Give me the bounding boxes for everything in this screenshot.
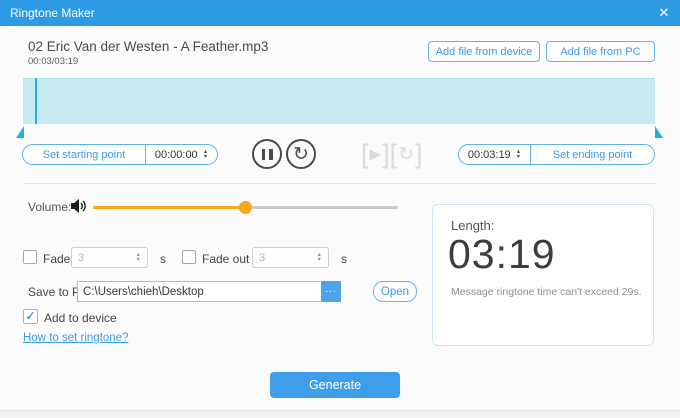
length-panel: Length: 03:19 Message ringtone time can'… [432, 204, 654, 346]
playhead-marker[interactable] [35, 78, 37, 124]
volume-slider-fill [93, 206, 246, 209]
save-path-input[interactable] [77, 281, 341, 302]
play-selection-icon: ▶ [370, 145, 382, 163]
pause-icon [262, 149, 266, 160]
length-note: Message ringtone time can't exceed 29s. [451, 286, 642, 298]
end-time-value: 00:03:19 [468, 149, 511, 161]
browse-folder-button[interactable]: ... [321, 281, 341, 302]
section-divider [23, 183, 657, 184]
add-file-from-device-button[interactable]: Add file from device [428, 41, 540, 62]
pause-icon [269, 149, 273, 160]
set-ending-point-button[interactable]: Set ending point [531, 145, 654, 164]
fade-out-unit: s [341, 252, 347, 266]
window-footer [0, 410, 680, 418]
start-time-value: 00:00:00 [155, 149, 198, 161]
spinner-arrows-icon[interactable]: ▲▼ [317, 253, 322, 262]
fade-out-checkbox[interactable] [182, 250, 196, 264]
playback-position: 00:03/03:19 [28, 56, 78, 67]
loaded-file-name: 02 Eric Van der Westen - A Feather.mp3 [28, 39, 268, 54]
waveform-strip[interactable] [23, 78, 655, 124]
close-icon[interactable]: ✕ [655, 4, 673, 22]
fade-in-value-input[interactable] [72, 252, 136, 264]
start-time-spinner[interactable]: 00:00:00 ▲▼ [145, 145, 217, 164]
spinner-arrows-icon[interactable]: ▲▼ [516, 150, 521, 159]
trim-start-handle[interactable] [16, 126, 24, 138]
add-to-device-checkbox[interactable]: ✓ [23, 309, 38, 324]
volume-label: Volume: [28, 200, 71, 214]
length-value: 03:19 [448, 231, 556, 278]
end-point-control: 00:03:19 ▲▼ Set ending point [458, 144, 655, 165]
loop-selection-icon: ↻ [398, 143, 414, 166]
spinner-arrows-icon[interactable]: ▲▼ [203, 150, 208, 159]
fade-in-checkbox[interactable] [23, 250, 37, 264]
replay-button[interactable]: ↻ [286, 139, 316, 169]
speaker-icon [70, 198, 88, 214]
open-folder-button[interactable]: Open [373, 281, 417, 302]
start-point-control: Set starting point 00:00:00 ▲▼ [22, 144, 218, 165]
title-bar: Ringtone Maker ✕ [0, 0, 680, 26]
spinner-arrows-icon[interactable]: ▲▼ [136, 253, 141, 262]
end-time-spinner[interactable]: 00:03:19 ▲▼ [459, 145, 531, 164]
fade-out-label: Fade out [202, 252, 249, 266]
generate-button[interactable]: Generate [270, 372, 400, 398]
preview-transport-disabled: [ ▶ ] [ ↻ ] [361, 139, 423, 169]
add-to-device-label: Add to device [44, 311, 117, 325]
how-to-set-ringtone-link[interactable]: How to set ringtone? [23, 332, 128, 344]
trim-end-handle[interactable] [655, 126, 663, 138]
replay-icon: ↻ [293, 143, 309, 166]
window-title: Ringtone Maker [10, 6, 95, 20]
volume-slider-thumb[interactable] [239, 201, 252, 214]
fade-out-value-input[interactable] [253, 252, 317, 264]
fade-in-unit: s [160, 252, 166, 266]
pause-button[interactable] [252, 139, 282, 169]
set-starting-point-button[interactable]: Set starting point [23, 145, 145, 164]
fade-in-spinner[interactable]: ▲▼ [71, 247, 148, 268]
ringtone-maker-window: Ringtone Maker ✕ 02 Eric Van der Westen … [0, 0, 680, 418]
add-file-from-pc-button[interactable]: Add file from PC [546, 41, 655, 62]
fade-out-spinner[interactable]: ▲▼ [252, 247, 329, 268]
